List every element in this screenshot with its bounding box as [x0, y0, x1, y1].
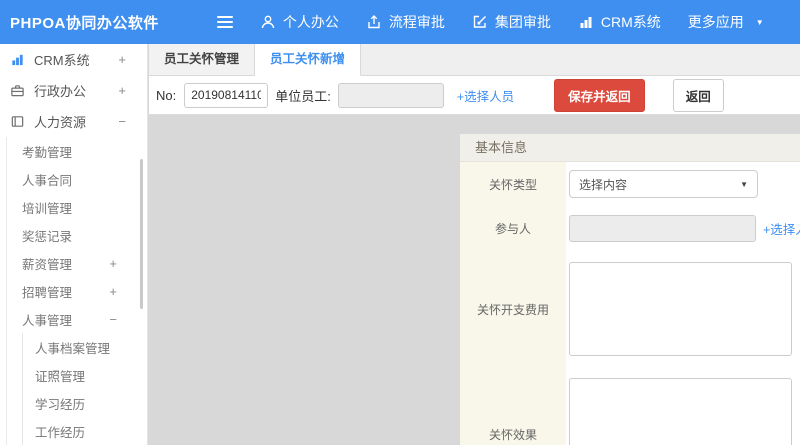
menu-icon[interactable] [216, 16, 233, 28]
care-type-row: 关怀类型 选择内容 ▼ [460, 162, 800, 206]
expand-icon[interactable]: + [118, 52, 126, 67]
tab-employee-care-new[interactable]: 员工关怀新增 [255, 44, 361, 76]
tab-employee-care-manage[interactable]: 员工关怀管理 [149, 44, 255, 75]
employee-label: 单位员工: [275, 88, 331, 104]
export-icon [366, 14, 382, 30]
expense-textarea[interactable] [569, 262, 792, 356]
person-icon [260, 14, 276, 30]
sidebar-scrollbar[interactable] [140, 159, 143, 309]
expand-icon[interactable]: + [109, 284, 117, 299]
care-type-select[interactable]: 选择内容 ▼ [569, 170, 758, 198]
sidebar-item-certificates[interactable]: 证照管理 [23, 361, 147, 389]
basic-info-panel: 基本信息 关怀类型 选择内容 ▼ 参与人 +选择人员 关怀开支费用 关怀效果 [460, 134, 800, 445]
sidebar-item-attendance[interactable]: 考勤管理 [7, 137, 147, 165]
personnel-submenu: 人事档案管理 证照管理 学习经历 工作经历 [22, 333, 147, 445]
effect-textarea[interactable] [569, 378, 792, 445]
selected-value: 选择内容 [579, 177, 628, 192]
sidebar-item-admin-office[interactable]: 行政办公 + [0, 75, 147, 106]
nav-label: CRM系统 [600, 14, 661, 30]
sidebar-item-work-history[interactable]: 工作经历 [23, 417, 147, 445]
app-brand: PHPOA协同办公软件 [10, 14, 159, 32]
sidebar-item-personnel-files[interactable]: 人事档案管理 [23, 333, 147, 361]
no-input[interactable] [184, 82, 269, 108]
expense-label: 关怀开支费用 [460, 250, 566, 368]
section-title: 基本信息 [460, 134, 800, 162]
bar-chart-icon [9, 51, 26, 68]
nav-more-apps[interactable]: 更多应用 [688, 12, 744, 32]
nav-crm-system[interactable]: CRM系统 [578, 12, 661, 32]
back-button[interactable]: 返回 [672, 78, 724, 112]
sidebar-item-study-history[interactable]: 学习经历 [23, 389, 147, 417]
employee-input[interactable] [337, 82, 444, 108]
sidebar-item-rewards[interactable]: 奖惩记录 [7, 221, 147, 249]
topbar: PHPOA协同办公软件 个人办公 流程审批 集团审批 CRM系统 更多应用 ▼ [0, 0, 800, 44]
book-icon [9, 113, 26, 130]
participant-input[interactable] [569, 214, 756, 242]
expand-icon[interactable]: + [118, 83, 126, 98]
no-label: No: [156, 87, 177, 103]
chevron-down-icon: ▼ [740, 179, 748, 189]
nav-label: 集团审批 [494, 14, 551, 30]
edit-icon [472, 14, 488, 30]
sidebar: CRM系统 + 行政办公 + 人力资源 − 考勤管理 人事合同 培训管理 奖惩记… [0, 44, 148, 445]
sidebar-item-label: 行政办公 [34, 84, 87, 99]
sidebar-item-training[interactable]: 培训管理 [7, 193, 147, 221]
briefcase-icon [9, 82, 26, 99]
select-participant-link[interactable]: +选择人员 [763, 219, 800, 238]
select-person-link[interactable]: +选择人员 [457, 86, 514, 105]
effect-label: 关怀效果 [460, 368, 566, 445]
collapse-icon[interactable]: − [109, 312, 117, 327]
save-return-button[interactable]: 保存并返回 [554, 78, 645, 112]
nav-group-approval[interactable]: 集团审批 [472, 12, 551, 32]
expand-icon[interactable]: + [109, 256, 117, 271]
hr-submenu: 考勤管理 人事合同 培训管理 奖惩记录 薪资管理 + 招聘管理 + 人事管理 −… [6, 137, 147, 445]
tabbar: 员工关怀管理 员工关怀新增 [149, 44, 800, 76]
bar-chart-icon [578, 14, 594, 30]
sidebar-item-salary[interactable]: 薪资管理 + [7, 249, 147, 277]
chevron-down-icon[interactable]: ▼ [756, 18, 764, 27]
expense-row: 关怀开支费用 [460, 250, 800, 368]
nav-label: 流程审批 [388, 14, 445, 30]
sidebar-item-label: 人力资源 [34, 115, 87, 130]
sidebar-item-recruit[interactable]: 招聘管理 + [7, 277, 147, 305]
sidebar-item-hr[interactable]: 人力资源 − [0, 106, 147, 137]
participant-row: 参与人 +选择人员 [460, 206, 800, 250]
sidebar-item-crm[interactable]: CRM系统 + [0, 44, 147, 75]
nav-personal-office[interactable]: 个人办公 [260, 12, 339, 32]
nav-workflow-approval[interactable]: 流程审批 [366, 12, 445, 32]
nav-label: 个人办公 [282, 14, 339, 30]
sidebar-item-hr-contract[interactable]: 人事合同 [7, 165, 147, 193]
care-type-label: 关怀类型 [460, 162, 566, 206]
effect-row: 关怀效果 [460, 368, 800, 445]
participant-label: 参与人 [460, 206, 566, 250]
collapse-icon[interactable]: − [118, 114, 126, 129]
toolbar: No: 单位员工: +选择人员 保存并返回 返回 [149, 76, 800, 115]
sidebar-item-personnel[interactable]: 人事管理 − [7, 305, 147, 333]
nav-label: 更多应用 [687, 14, 744, 30]
sidebar-item-label: CRM系统 [34, 53, 90, 68]
